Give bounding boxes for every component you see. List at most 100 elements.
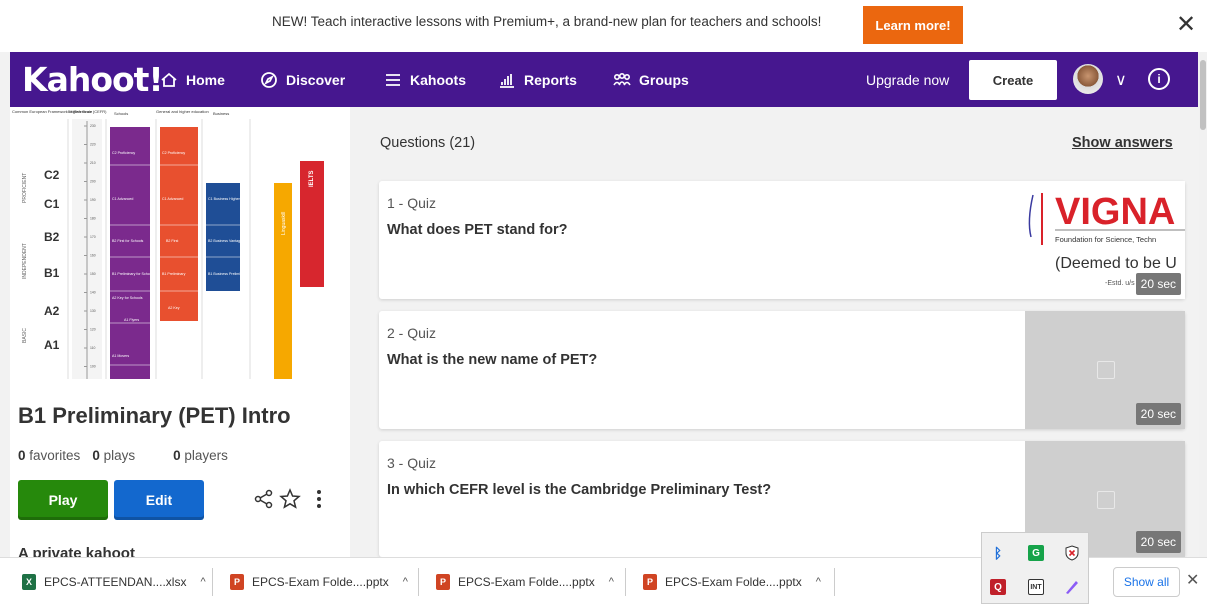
kahoot-title: B1 Preliminary (PET) Intro [18, 403, 291, 428]
scale-tick-label: 200 [90, 180, 96, 184]
question-number: 1 - Quiz [387, 195, 437, 211]
bluetooth-icon[interactable]: ᛒ [990, 545, 1006, 561]
nav-home[interactable]: Home [160, 71, 225, 89]
question-text: In which CEFR level is the Cambridge Pre… [387, 482, 772, 498]
favorites-count: 0 [18, 448, 26, 463]
create-button[interactable]: Create [969, 60, 1057, 100]
question-number: 2 - Quiz [387, 325, 437, 341]
cefr-header-schools: Schools [114, 111, 128, 116]
cefr-level-c1: C1 [44, 197, 60, 211]
question-card[interactable]: 1 - Quiz What does PET stand for? VIGNA … [379, 181, 1185, 299]
business-exam-b2: B2 Business Vantage [208, 239, 242, 243]
nav-reports[interactable]: Reports [498, 71, 577, 89]
star-icon[interactable] [278, 487, 302, 511]
general-exam-b2: B2 First [166, 239, 178, 243]
business-exam-b1: B1 Business Preliminary [208, 272, 247, 276]
chevron-up-icon[interactable]: ^ [609, 576, 614, 588]
cefr-header-general: General and higher education [156, 109, 209, 114]
pen-icon[interactable] [1064, 579, 1080, 595]
nav-kahoots-label: Kahoots [410, 72, 466, 88]
show-answers-link[interactable]: Show answers [1072, 135, 1173, 151]
scale-tick-label: 230 [90, 124, 96, 128]
show-all-button[interactable]: Show all [1113, 567, 1180, 597]
school-exam-b2: B2 First for Schools [112, 239, 144, 243]
nav-groups[interactable]: Groups [613, 71, 689, 89]
school-exam-c2: C2 Proficiency [112, 151, 135, 155]
download-item[interactable]: X EPCS-ATTEENDAN....xlsx ^ [22, 558, 206, 604]
divider [212, 568, 213, 596]
avatar[interactable] [1073, 64, 1103, 94]
home-icon [161, 72, 177, 87]
close-icon[interactable]: ✕ [1172, 10, 1200, 38]
quick-heal-icon[interactable]: Q [990, 579, 1006, 595]
school-exam-a2: A2 Key for Schools [112, 296, 143, 300]
plays-count: 0 [92, 448, 100, 463]
general-exam-b1: B1 Preliminary [162, 272, 186, 276]
scale-tick-label: 100 [90, 365, 96, 369]
security-shield-icon[interactable] [1064, 545, 1080, 561]
linguaskill-label: Linguaskill [281, 212, 287, 235]
download-item[interactable]: P EPCS-Exam Folde....pptx ^ [436, 558, 614, 604]
question-text: What is the new name of PET? [387, 352, 598, 368]
image-placeholder-icon [1097, 491, 1115, 509]
school-exam-a1-movers: A1 Movers [112, 354, 129, 358]
scale-tick-label: 170 [90, 235, 96, 239]
grammarly-icon[interactable]: G [1028, 545, 1044, 561]
nav-kahoots[interactable]: Kahoots [384, 71, 466, 89]
kahoot-details-panel: Common European Framework of Reference (… [10, 107, 350, 557]
cefr-header-scale: English Scale [68, 109, 93, 114]
chevron-down-icon[interactable]: ∨ [1115, 70, 1127, 90]
powerpoint-file-icon: P [643, 573, 657, 590]
intel-graphics-icon[interactable]: INT [1028, 579, 1044, 595]
cefr-level-c2: C2 [44, 168, 60, 182]
cefr-band-independent: INDEPENDENT [22, 243, 28, 279]
logo-name: VIGNA [1055, 191, 1175, 233]
download-item[interactable]: P EPCS-Exam Folde....pptx ^ [643, 558, 821, 604]
chevron-up-icon[interactable]: ^ [403, 576, 408, 588]
favorites-label: favorites [29, 448, 81, 463]
business-exam-c1: C1 Business Higher [208, 197, 241, 201]
players-label: players [184, 448, 228, 463]
cefr-level-b2: B2 [44, 230, 60, 244]
bar-chart-icon [500, 74, 514, 88]
kahoot-logo[interactable]: Kahoot! [22, 60, 164, 99]
upgrade-now-link[interactable]: Upgrade now [866, 72, 949, 88]
banner-text: NEW! Teach interactive lessons with Prem… [272, 14, 822, 29]
compass-icon [261, 72, 277, 88]
cefr-header-framework: Common European Framework of Reference (… [12, 109, 107, 114]
general-exam-a2: A2 Key [168, 306, 180, 310]
more-options-icon[interactable] [307, 487, 331, 511]
question-image: VIGNA Foundation for Science, Techn (Dee… [1025, 181, 1185, 299]
nav-discover[interactable]: Discover [260, 71, 345, 89]
cefr-header-business: Business [213, 111, 229, 116]
close-icon[interactable]: ✕ [1186, 570, 1199, 590]
question-number: 3 - Quiz [387, 455, 437, 471]
scrollbar-thumb[interactable] [1200, 60, 1206, 130]
edit-button[interactable]: Edit [114, 480, 204, 520]
nav-reports-label: Reports [524, 72, 577, 88]
logo-line2: (Deemed to be U [1055, 255, 1177, 272]
info-icon[interactable]: i [1148, 68, 1170, 90]
chevron-up-icon[interactable]: ^ [200, 576, 205, 588]
share-icon[interactable] [252, 487, 276, 511]
learn-more-button[interactable]: Learn more! [863, 6, 963, 44]
excel-file-icon: X [22, 573, 36, 590]
scale-tick-label: 150 [90, 272, 96, 276]
chevron-up-icon[interactable]: ^ [816, 576, 821, 588]
cefr-band-basic: BASIC [22, 328, 28, 343]
scale-tick-label: 110 [90, 346, 96, 350]
play-button[interactable]: Play [18, 480, 108, 520]
players-count: 0 [173, 448, 181, 463]
cefr-level-a1: A1 [44, 338, 60, 352]
general-exam-c2: C2 Proficiency [162, 151, 185, 155]
powerpoint-file-icon: P [436, 573, 450, 590]
download-filename: EPCS-Exam Folde....pptx [665, 574, 802, 589]
divider [834, 568, 835, 596]
question-card[interactable]: 2 - Quiz What is the new name of PET? 20… [379, 311, 1185, 429]
promo-banner: NEW! Teach interactive lessons with Prem… [0, 0, 1207, 52]
download-filename: EPCS-Exam Folde....pptx [252, 574, 389, 589]
ielts-label: IELTS [309, 170, 315, 187]
download-item[interactable]: P EPCS-Exam Folde....pptx ^ [230, 558, 408, 604]
school-exam-b1: B1 Preliminary for Schools [112, 272, 155, 276]
scale-tick-label: 180 [90, 217, 96, 221]
